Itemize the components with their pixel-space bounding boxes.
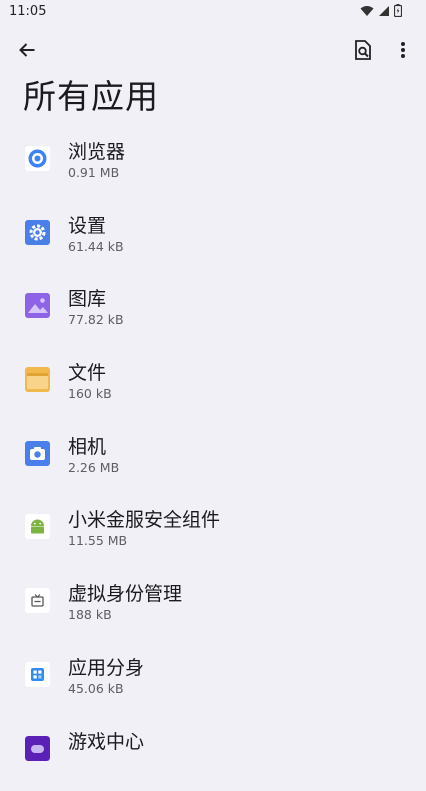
app-name: 图库: [68, 284, 106, 311]
folder-icon: [25, 367, 50, 392]
app-list: 浏览器 0.91 MB 设置 61.44 kB 图库 77.82 kB 文件 1…: [0, 128, 426, 791]
search-button[interactable]: [348, 35, 378, 65]
camera-icon: [25, 441, 50, 466]
app-item-app-clone[interactable]: 应用分身 45.06 kB: [0, 644, 426, 718]
app-name: 浏览器: [68, 137, 125, 164]
app-size: 0.91 MB: [68, 165, 119, 180]
status-time: 11:05: [9, 4, 46, 19]
app-item-game-center[interactable]: 游戏中心: [0, 718, 426, 791]
more-vertical-icon: [400, 41, 406, 59]
wifi-icon: [360, 5, 374, 17]
app-name: 设置: [68, 211, 106, 238]
app-size: 160 kB: [68, 386, 112, 401]
app-item-settings[interactable]: 设置 61.44 kB: [0, 202, 426, 276]
app-name: 游戏中心: [68, 727, 144, 754]
back-button[interactable]: [12, 35, 42, 65]
page-title: 所有应用: [23, 70, 159, 118]
more-options-button[interactable]: [388, 35, 418, 65]
app-name: 虚拟身份管理: [68, 579, 182, 606]
app-size: 2.26 MB: [68, 460, 119, 475]
battery-icon: [394, 4, 402, 17]
browser-icon: [25, 146, 50, 171]
status-icons: [360, 4, 402, 17]
app-size: 45.06 kB: [68, 681, 124, 696]
signal-icon: [378, 5, 390, 17]
app-name: 小米金服安全组件: [68, 505, 220, 532]
app-size: 77.82 kB: [68, 312, 124, 327]
app-item-camera[interactable]: 相机 2.26 MB: [0, 423, 426, 497]
app-name: 文件: [68, 358, 106, 385]
settings-gear-icon: [25, 220, 50, 245]
app-item-virtual-identity[interactable]: 虚拟身份管理 188 kB: [0, 570, 426, 644]
app-item-gallery[interactable]: 图库 77.82 kB: [0, 275, 426, 349]
app-size: 11.55 MB: [68, 533, 127, 548]
status-bar: 11:05: [0, 0, 426, 24]
gallery-icon: [25, 293, 50, 318]
app-clone-icon: [25, 662, 50, 687]
app-size: 188 kB: [68, 607, 112, 622]
toolbar: [0, 30, 426, 70]
search-document-icon: [354, 40, 372, 60]
tv-icon: [25, 588, 50, 613]
app-size: 61.44 kB: [68, 239, 124, 254]
android-icon: [25, 514, 50, 539]
arrow-left-icon: [18, 41, 36, 59]
app-item-files[interactable]: 文件 160 kB: [0, 349, 426, 423]
app-item-mi-finance-security[interactable]: 小米金服安全组件 11.55 MB: [0, 496, 426, 570]
app-name: 相机: [68, 432, 106, 459]
app-item-browser[interactable]: 浏览器 0.91 MB: [0, 128, 426, 202]
app-name: 应用分身: [68, 653, 144, 680]
